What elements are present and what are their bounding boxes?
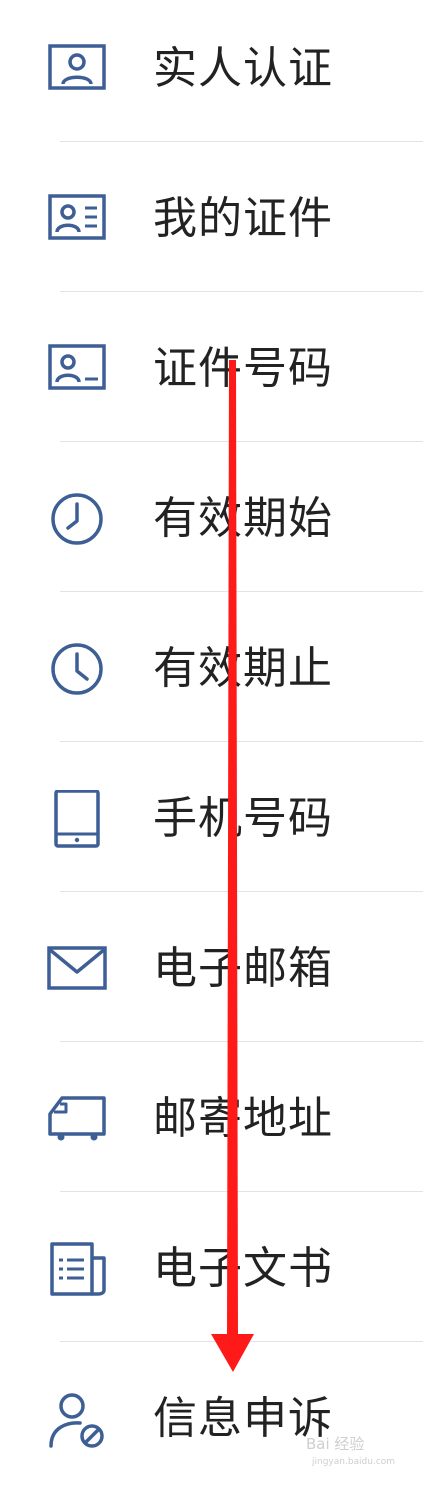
list-item-e-documents[interactable]: 电子文书 xyxy=(0,1200,423,1350)
list-item-label: 电子文书 xyxy=(153,1243,333,1294)
clock-end-icon xyxy=(51,643,103,695)
list-item-valid-until[interactable]: 有效期止 xyxy=(0,600,423,750)
list-item-mailing-address[interactable]: 邮寄地址 xyxy=(0,1050,423,1200)
user-blocked-icon xyxy=(49,1393,104,1448)
envelope-icon xyxy=(47,946,107,990)
list-item-label: 有效期止 xyxy=(153,643,333,694)
list-item-id-number[interactable]: 证件号码 xyxy=(0,300,423,450)
watermark-url: jingyan.baidu.com xyxy=(312,1457,396,1467)
divider xyxy=(60,441,423,442)
divider xyxy=(60,591,423,592)
settings-list: 实人认证 我的证件 证件号码 有效期始 有效期止 手机号码 电子邮箱 邮寄地址 … xyxy=(0,0,423,1477)
divider xyxy=(60,741,423,742)
list-item-label: 证件号码 xyxy=(153,343,333,394)
divider xyxy=(60,141,423,142)
divider xyxy=(60,1041,423,1042)
list-item-real-name-auth[interactable]: 实人认证 xyxy=(0,0,423,150)
list-item-label: 有效期始 xyxy=(153,493,333,544)
document-icon xyxy=(50,1242,106,1296)
list-item-email[interactable]: 电子邮箱 xyxy=(0,900,423,1050)
list-item-phone-number[interactable]: 手机号码 xyxy=(0,750,423,900)
list-item-info-appeal[interactable]: 信息申诉 xyxy=(0,1350,423,1500)
list-item-label: 实人认证 xyxy=(153,43,333,94)
id-card-icon xyxy=(48,194,106,240)
list-item-label: 我的证件 xyxy=(153,193,333,244)
divider xyxy=(60,1341,423,1342)
watermark: Bai 经验 xyxy=(306,1435,365,1453)
user-id-card-icon xyxy=(48,44,106,90)
tablet-phone-icon xyxy=(54,790,100,848)
divider xyxy=(60,891,423,892)
list-item-my-documents[interactable]: 我的证件 xyxy=(0,150,423,300)
delivery-truck-icon xyxy=(48,1096,106,1141)
divider xyxy=(60,291,423,292)
list-item-label: 邮寄地址 xyxy=(153,1093,333,1144)
list-item-label: 手机号码 xyxy=(153,793,333,844)
list-item-label: 电子邮箱 xyxy=(153,943,333,994)
divider xyxy=(60,1191,423,1192)
clock-start-icon xyxy=(51,493,103,545)
id-number-card-icon xyxy=(48,344,106,390)
list-item-valid-from[interactable]: 有效期始 xyxy=(0,450,423,600)
